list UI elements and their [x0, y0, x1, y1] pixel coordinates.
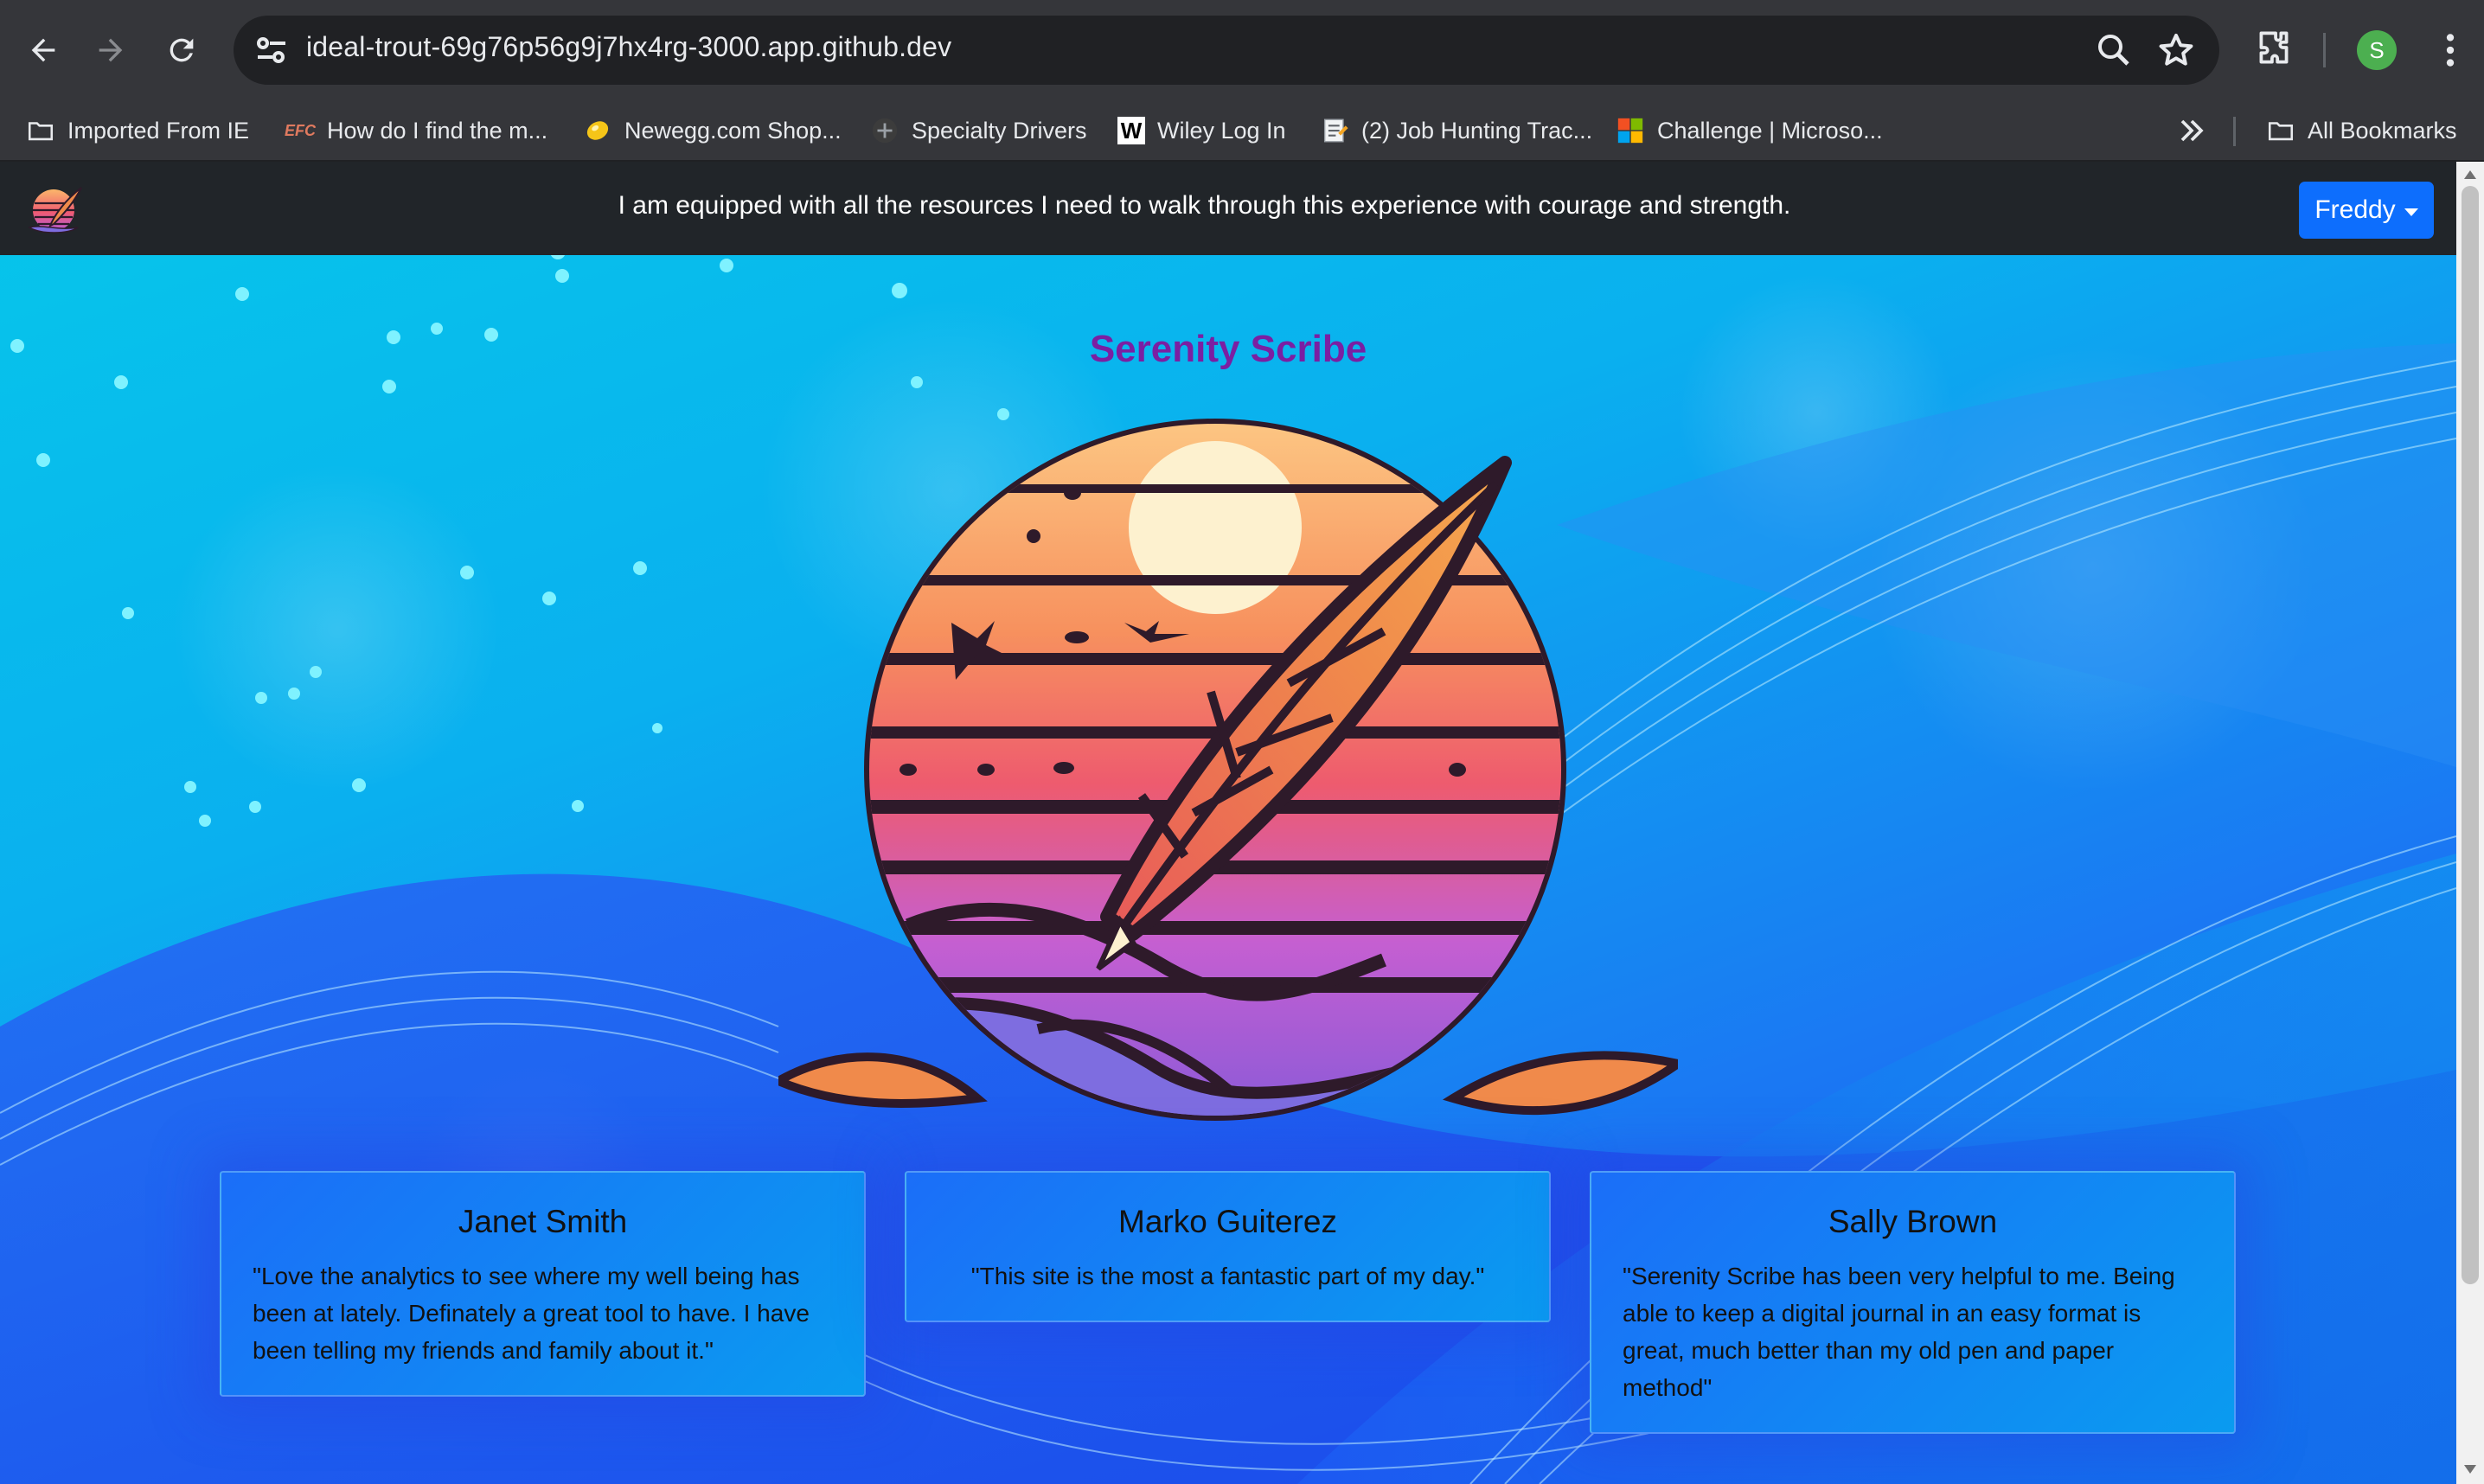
chevron-double-right-icon[interactable]: [2173, 112, 2211, 150]
bookmarks-divider: [2233, 117, 2236, 146]
bookmark-imported-from-ie[interactable]: Imported From IE: [26, 108, 249, 153]
extensions-icon[interactable]: [2252, 26, 2295, 69]
notepad-favicon: [1320, 116, 1349, 145]
bookmark-label: Specialty Drivers: [912, 117, 1087, 144]
wiley-favicon: W: [1117, 117, 1145, 144]
arrow-left-icon: [31, 38, 55, 62]
bookmark-newegg[interactable]: Newegg.com Shop...: [583, 108, 842, 153]
bookmark-star-icon[interactable]: [2155, 29, 2197, 71]
caret-down-icon: [2404, 208, 2418, 216]
arrow-right-icon: [99, 38, 123, 62]
bookmark-label: Imported From IE: [67, 117, 250, 144]
drivers-favicon: [870, 116, 899, 145]
testimonial-card-marko-guiterez: Marko Guiterez "This site is the most a …: [905, 1171, 1551, 1322]
page-scrollbar[interactable]: [2456, 162, 2484, 1484]
testimonial-text: "Love the analytics to see where my well…: [253, 1263, 810, 1364]
scroll-down-icon[interactable]: [2463, 1463, 2477, 1475]
profile-avatar[interactable]: S: [2357, 30, 2397, 70]
forward-button[interactable]: [86, 26, 135, 74]
back-button[interactable]: [19, 26, 67, 74]
bookmarks-bar: Imported From IE EFC How do I find the m…: [0, 99, 2484, 162]
scroll-up-icon[interactable]: [2463, 169, 2477, 181]
microsoft-favicon: [1616, 116, 1645, 145]
folder-icon: [2266, 116, 2295, 145]
testimonial-name: Marko Guiterez: [1118, 1204, 1337, 1239]
all-bookmarks-button[interactable]: All Bookmarks: [2266, 108, 2457, 153]
more-menu-icon[interactable]: [2429, 29, 2472, 72]
testimonial-card-janet-smith: Janet Smith "Love the analytics to see w…: [220, 1171, 866, 1397]
bookmark-label: (2) Job Hunting Trac...: [1361, 117, 1593, 144]
user-name: Freddy: [2314, 195, 2396, 224]
page-viewport: I am equipped with all the resources I n…: [0, 162, 2456, 1484]
bookmark-label: Challenge | Microso...: [1657, 117, 1883, 144]
efc-favicon: EFC: [285, 121, 316, 139]
site-title: Serenity Scribe: [1089, 328, 1367, 370]
user-menu-button[interactable]: Freddy: [2299, 182, 2434, 239]
bookmark-label: How do I find the m...: [327, 117, 548, 144]
serenity-scribe-logo: [778, 419, 1678, 1121]
bookmark-wiley[interactable]: W Wiley Log In: [1117, 108, 1286, 153]
bookmark-microsoft-challenge[interactable]: Challenge | Microso...: [1616, 108, 1883, 153]
reload-icon: [170, 38, 194, 62]
testimonial-text: "This site is the most a fantastic part …: [970, 1263, 1485, 1289]
folder-icon: [26, 116, 55, 145]
testimonial-card-sally-brown: Sally Brown "Serenity Scribe has been ve…: [1590, 1171, 2236, 1434]
newegg-favicon: [583, 116, 612, 145]
bookmark-job-hunting[interactable]: (2) Job Hunting Trac...: [1320, 108, 1592, 153]
url-text[interactable]: ideal-trout-69g76p56g9j7hx4rg-3000.app.g…: [306, 31, 951, 63]
bookmark-label: Newegg.com Shop...: [624, 117, 842, 144]
reload-button[interactable]: [157, 26, 206, 74]
top-navbar: I am equipped with all the resources I n…: [0, 162, 2456, 255]
site-settings-icon[interactable]: [251, 29, 292, 71]
bookmark-label: Wiley Log In: [1157, 117, 1286, 144]
browser-toolbar: ideal-trout-69g76p56g9j7hx4rg-3000.app.g…: [0, 0, 2484, 99]
daily-affirmation: I am equipped with all the resources I n…: [618, 191, 1791, 220]
testimonial-name: Sally Brown: [1828, 1204, 1998, 1239]
bookmark-efc[interactable]: EFC How do I find the m...: [285, 108, 547, 153]
bookmark-specialty-drivers[interactable]: Specialty Drivers: [870, 108, 1087, 153]
testimonial-name: Janet Smith: [458, 1204, 628, 1239]
testimonial-text: "Serenity Scribe has been very helpful t…: [1623, 1263, 2175, 1401]
scroll-thumb[interactable]: [2462, 186, 2479, 1284]
zoom-icon[interactable]: [2093, 29, 2135, 71]
all-bookmarks-label: All Bookmarks: [2308, 117, 2457, 144]
address-bar[interactable]: ideal-trout-69g76p56g9j7hx4rg-3000.app.g…: [234, 16, 2219, 85]
toolbar-divider: [2323, 33, 2326, 67]
